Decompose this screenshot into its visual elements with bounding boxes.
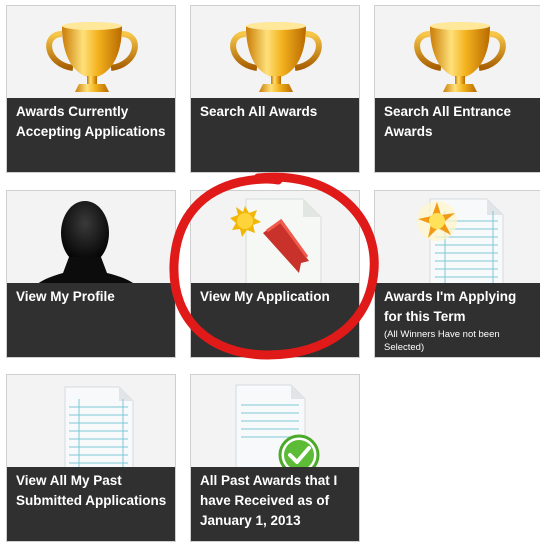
trophy-icon bbox=[191, 6, 359, 98]
tile-view-my-profile[interactable]: View My Profile bbox=[6, 190, 176, 358]
tile-caption: View My Profile bbox=[7, 283, 175, 357]
tile-title: Awards Currently Accepting Applications bbox=[16, 104, 166, 139]
tile-title: Search All Entrance Awards bbox=[384, 104, 512, 139]
tile-caption: All Past Awards that I have Received as … bbox=[191, 467, 359, 541]
document-checkmark-icon bbox=[191, 375, 359, 476]
tile-title: View All My Past Submitted Applications bbox=[16, 473, 167, 508]
document-ribbon-icon bbox=[191, 191, 359, 292]
trophy-icon bbox=[7, 6, 175, 98]
tile-view-my-application[interactable]: View My Application bbox=[190, 190, 360, 358]
trophy-icon bbox=[375, 6, 540, 98]
tile-caption: View My Application bbox=[191, 283, 359, 357]
tile-caption: Awards Currently Accepting Applications bbox=[7, 98, 175, 172]
lined-document-icon bbox=[7, 375, 175, 476]
tile-awards-applying-this-term[interactable]: Awards I'm Applying for this Term (All W… bbox=[374, 190, 540, 358]
tile-awards-currently-accepting[interactable]: Awards Currently Accepting Applications bbox=[6, 5, 176, 173]
tile-caption: Search All Entrance Awards bbox=[375, 98, 540, 172]
tile-search-entrance-awards[interactable]: Search All Entrance Awards bbox=[374, 5, 540, 173]
tile-search-all-awards[interactable]: Search All Awards bbox=[190, 5, 360, 173]
tile-title: Awards I'm Applying for this Term bbox=[384, 289, 517, 324]
tile-title: All Past Awards that I have Received as … bbox=[200, 473, 338, 528]
tile-title: Search All Awards bbox=[200, 104, 318, 119]
person-silhouette-icon bbox=[7, 191, 175, 299]
document-star-icon bbox=[375, 191, 540, 292]
tile-caption: Awards I'm Applying for this Term (All W… bbox=[375, 283, 540, 357]
tile-caption: View All My Past Submitted Applications bbox=[7, 467, 175, 541]
tile-title: View My Application bbox=[200, 289, 330, 304]
tile-note: (All Winners Have not been Selected) bbox=[384, 329, 500, 353]
tile-past-submitted-applications[interactable]: View All My Past Submitted Applications bbox=[6, 374, 176, 542]
tile-past-awards-received[interactable]: All Past Awards that I have Received as … bbox=[190, 374, 360, 542]
tile-caption: Search All Awards bbox=[191, 98, 359, 172]
tile-title: View My Profile bbox=[16, 289, 115, 304]
